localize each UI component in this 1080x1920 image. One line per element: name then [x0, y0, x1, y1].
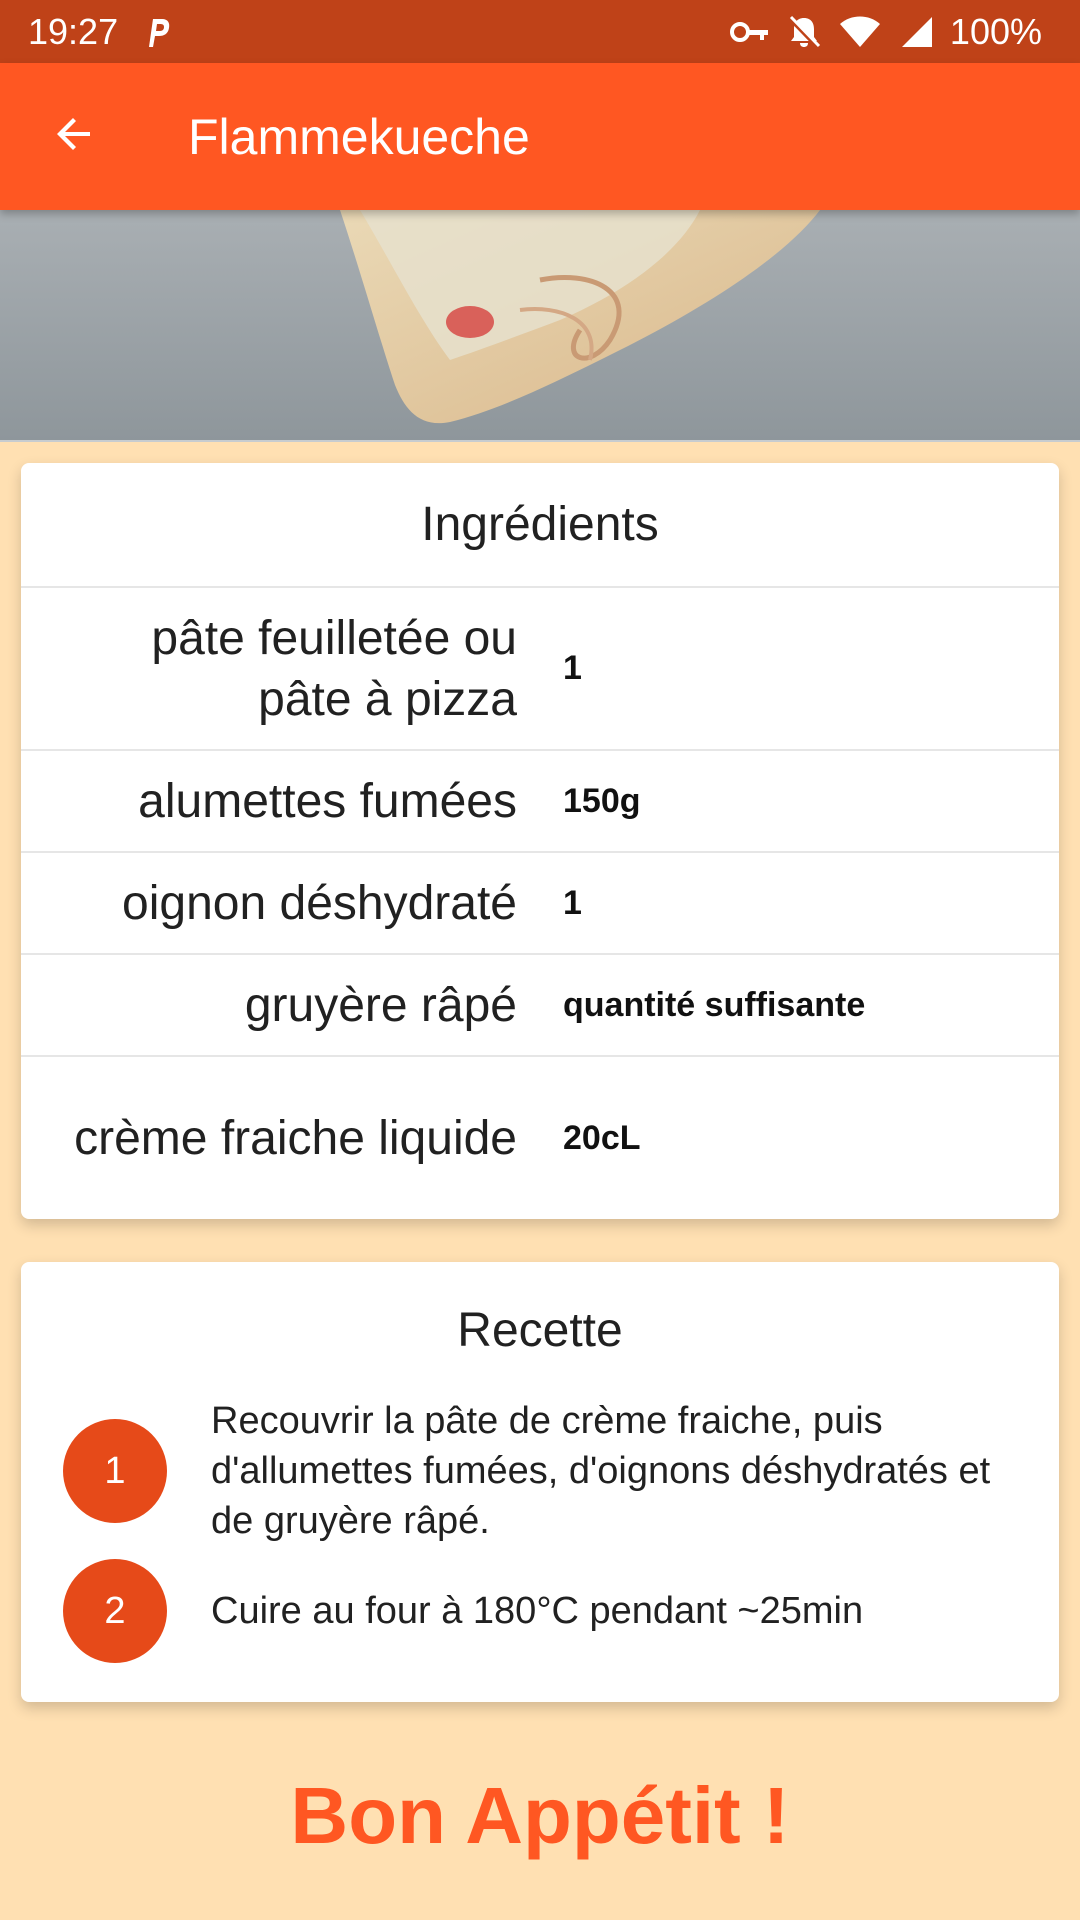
- ingredient-name: crème fraiche liquide: [74, 1111, 517, 1165]
- recipe-card: Recette 1 Recouvrir la pâte de crème fra…: [21, 1262, 1059, 1702]
- step-number-badge: 1: [63, 1419, 167, 1523]
- back-button[interactable]: [0, 63, 148, 210]
- ingredient-name: gruyère râpé: [244, 978, 517, 1032]
- wifi-icon: [838, 15, 882, 49]
- ingredient-row: crème fraiche liquide 20cL: [21, 1055, 1059, 1219]
- app-bar: Flammekueche: [0, 63, 1080, 210]
- ingredient-quantity: 20cL: [563, 1118, 641, 1157]
- ingredient-row: oignon déshydraté 1: [21, 851, 1059, 953]
- cell-signal-icon: [898, 15, 934, 49]
- notifications-off-icon: [786, 14, 822, 50]
- ingredient-name: oignon déshydraté: [122, 876, 517, 930]
- vpn-key-icon: [729, 20, 770, 44]
- bon-appetit-message: Bon Appétit !: [290, 1771, 790, 1860]
- ingredient-name: alumettes fumées: [138, 774, 517, 828]
- ingredient-quantity: 1: [563, 883, 582, 922]
- arrow-back-icon: [50, 110, 98, 163]
- ingredient-name: pâte feuilletée ou pâte à pizza: [151, 611, 517, 726]
- step-text: Cuire au four à 180°C pendant ~25min: [211, 1590, 864, 1632]
- ingredients-title: Ingrédients: [421, 498, 659, 551]
- battery-percentage: 100%: [949, 10, 1042, 52]
- page-title: Flammekueche: [188, 108, 530, 165]
- status-time: 19:27: [28, 10, 119, 52]
- status-bar: 19:27 100%: [0, 0, 1080, 63]
- ingredients-card: Ingrédients pâte feuilletée ou pâte à pi…: [21, 463, 1059, 1219]
- ingredient-row: alumettes fumées 150g: [21, 749, 1059, 851]
- recipe-step: 1 Recouvrir la pâte de crème fraiche, pu…: [21, 1396, 1059, 1546]
- ingredient-row: gruyère râpé quantité suffisante: [21, 953, 1059, 1055]
- ingredient-quantity: 1: [563, 649, 582, 687]
- ingredient-quantity: 150g: [563, 781, 641, 820]
- recipe-step: 2 Cuire au four à 180°C pendant ~25min: [21, 1556, 1059, 1666]
- step-text: Recouvrir la pâte de crème fraiche, puis…: [211, 1400, 991, 1542]
- ingredient-row: pâte feuilletée ou pâte à pizza 1: [21, 586, 1059, 749]
- ingredient-quantity: quantité suffisante: [563, 985, 866, 1024]
- step-number-badge: 2: [63, 1559, 167, 1663]
- parking-icon: [144, 15, 172, 49]
- recipe-title: Recette: [457, 1304, 623, 1357]
- recipe-image: [0, 210, 1080, 442]
